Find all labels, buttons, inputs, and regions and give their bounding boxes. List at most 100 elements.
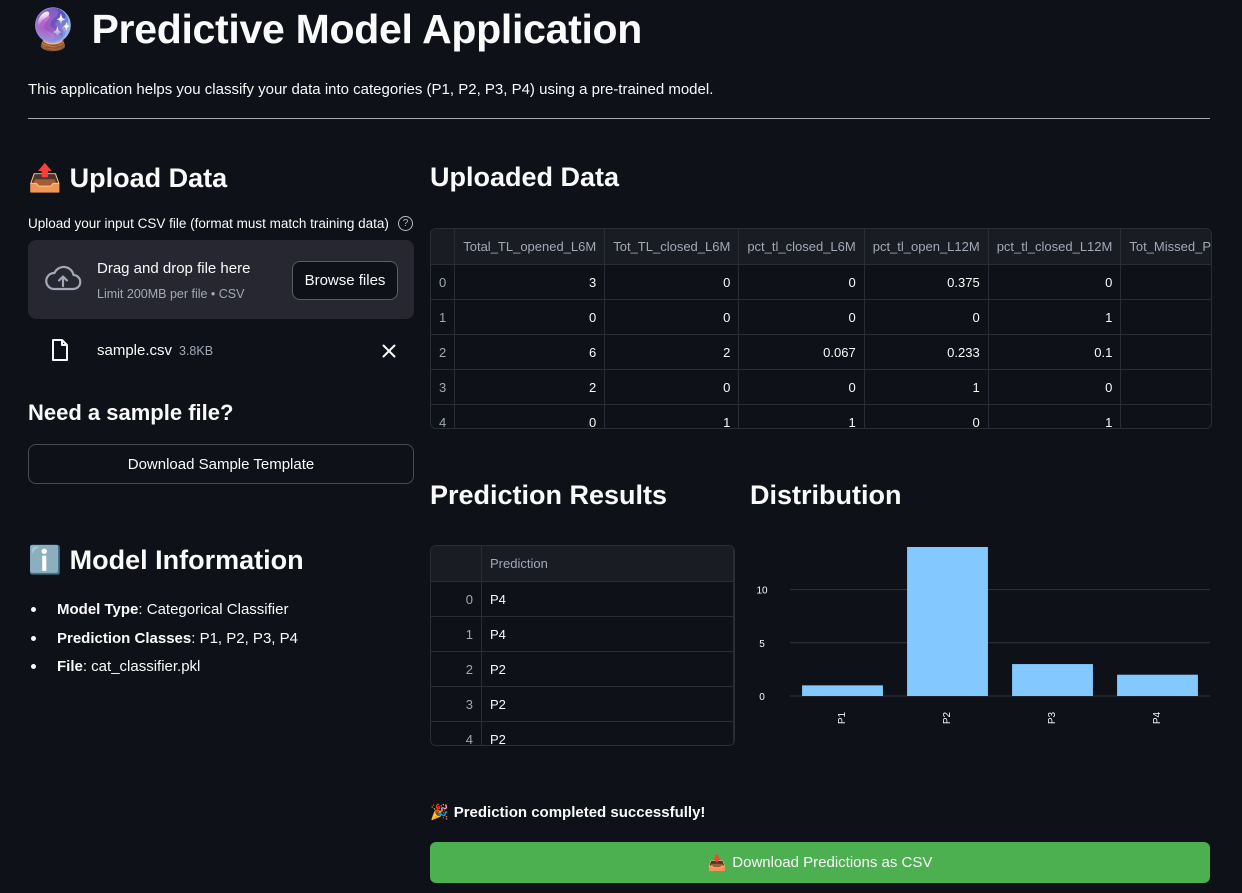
column-header[interactable]: pct_tl_closed_L12M <box>988 229 1122 265</box>
row-index: 1 <box>431 616 482 652</box>
inbox-icon: 📥 <box>707 854 727 872</box>
bar[interactable] <box>907 547 988 696</box>
upload-title-text: Upload Data <box>69 162 228 193</box>
table-row: 3 P2 <box>431 686 734 722</box>
table-cell[interactable]: 0 <box>738 299 865 335</box>
row-index: 3 <box>431 686 482 722</box>
table-row: 1 P4 <box>431 616 734 652</box>
table-cell[interactable]: P2 <box>481 686 734 722</box>
table-row: 1 0 0 0 0 1 <box>431 299 1211 335</box>
table-cell[interactable] <box>1120 264 1211 300</box>
column-header[interactable]: Prediction <box>481 546 734 582</box>
x-tick-label: P2 <box>942 711 953 724</box>
y-tick-label: 5 <box>759 639 765 650</box>
dropzone-instructions: Drag and drop file here <box>97 260 251 277</box>
table-row: 3 2 0 0 1 0 <box>431 369 1211 405</box>
table-cell[interactable]: 1 <box>864 369 989 405</box>
table-cell[interactable]: 6 <box>454 334 606 370</box>
table-cell[interactable]: 3 <box>454 264 606 300</box>
outbox-icon: 📤 <box>28 163 62 193</box>
table-cell[interactable]: 0 <box>454 404 606 428</box>
model-type-value: : Categorical Classifier <box>138 601 289 618</box>
table-cell[interactable]: 1 <box>988 299 1122 335</box>
list-item: Model Type: Categorical Classifier <box>28 600 298 629</box>
table-cell[interactable]: P2 <box>481 651 734 687</box>
file-dropzone[interactable]: Drag and drop file here Limit 200MB per … <box>28 240 414 319</box>
table-cell[interactable]: 0.067 <box>738 334 865 370</box>
help-icon[interactable]: ? <box>398 216 413 231</box>
table-cell[interactable] <box>1120 334 1211 370</box>
page-title: 🔮 Predictive Model Application <box>28 6 642 53</box>
x-tick-label: P3 <box>1047 711 1058 724</box>
party-popper-icon: 🎉 <box>430 804 449 821</box>
column-header[interactable]: pct_tl_closed_L6M <box>738 229 865 265</box>
download-predictions-button[interactable]: 📥 Download Predictions as CSV <box>430 842 1210 883</box>
model-info-title: ℹ️ Model Information <box>28 544 304 576</box>
prediction-classes-value: : P1, P2, P3, P4 <box>191 629 298 647</box>
table-header-row: Prediction <box>431 546 734 582</box>
download-sample-button[interactable]: Download Sample Template <box>28 444 414 484</box>
table-cell[interactable]: 0 <box>738 264 865 300</box>
table-cell[interactable]: 0 <box>604 299 740 335</box>
table-cell[interactable] <box>1120 299 1211 335</box>
uploaded-file-item: sample.csv 3.8KB <box>28 330 414 370</box>
row-index: 3 <box>431 369 456 405</box>
distribution-chart[interactable]: 0 5 10 P1 P2 P3 P4 <box>748 540 1212 740</box>
table-cell[interactable]: P4 <box>481 581 734 617</box>
table-cell[interactable]: 0 <box>988 264 1122 300</box>
prediction-results-table[interactable]: Prediction 0 P4 1 P4 2 P2 3 P2 4 P2 <box>430 545 735 746</box>
table-cell[interactable]: 0.375 <box>864 264 989 300</box>
table-cell[interactable]: P4 <box>481 616 734 652</box>
remove-file-icon[interactable] <box>382 344 396 358</box>
row-index: 4 <box>431 721 482 745</box>
table-cell[interactable]: 1 <box>604 404 740 428</box>
y-tick-label: 10 <box>756 586 768 597</box>
bar[interactable] <box>1117 674 1198 696</box>
file-key: File <box>57 658 83 675</box>
success-message: 🎉 Prediction completed successfully! <box>430 803 705 822</box>
dropzone-limit: Limit 200MB per file • CSV <box>97 287 245 301</box>
table-cell[interactable]: 0 <box>864 404 989 428</box>
browse-files-button[interactable]: Browse files <box>292 261 398 300</box>
bar[interactable] <box>802 685 883 696</box>
table-cell[interactable]: 0 <box>864 299 989 335</box>
table-cell[interactable]: 0 <box>604 264 740 300</box>
table-cell[interactable] <box>1120 369 1211 405</box>
table-cell[interactable] <box>1120 404 1211 428</box>
sample-section-title: Need a sample file? <box>28 400 234 425</box>
table-cell[interactable]: 0 <box>604 369 740 405</box>
list-item: File: cat_classifier.pkl <box>28 657 298 686</box>
table-cell[interactable]: 0.233 <box>864 334 989 370</box>
table-row: 0 P4 <box>431 581 734 617</box>
table-cell[interactable]: 0.1 <box>988 334 1122 370</box>
row-index: 0 <box>431 264 456 300</box>
upload-section-title: 📤 Upload Data <box>28 162 227 194</box>
row-index: 0 <box>431 581 482 617</box>
list-item: Prediction Classes: P1, P2, P3, P4 <box>28 629 298 658</box>
crystal-ball-icon: 🔮 <box>28 8 78 52</box>
column-header[interactable]: pct_tl_open_L12M <box>864 229 989 265</box>
uploaded-data-table[interactable]: Total_TL_opened_L6M Tot_TL_closed_L6M pc… <box>430 228 1212 429</box>
table-cell[interactable]: 1 <box>738 404 865 428</box>
row-index: 1 <box>431 299 456 335</box>
info-icon: ℹ️ <box>28 545 62 575</box>
page-subtitle: This application helps you classify your… <box>28 81 714 98</box>
column-header[interactable]: Tot_Missed_Pmnt <box>1120 229 1211 265</box>
table-cell[interactable]: 0 <box>454 299 606 335</box>
divider <box>28 118 1210 119</box>
row-index: 4 <box>431 404 456 428</box>
file-value: : cat_classifier.pkl <box>82 658 201 675</box>
table-cell[interactable]: P2 <box>481 721 734 745</box>
table-cell[interactable]: 1 <box>988 404 1122 428</box>
bar[interactable] <box>1012 664 1093 696</box>
table-cell[interactable]: 2 <box>454 369 606 405</box>
column-header[interactable]: Total_TL_opened_L6M <box>454 229 606 265</box>
table-cell[interactable]: 0 <box>988 369 1122 405</box>
x-tick-label: P4 <box>1152 711 1163 724</box>
table-cell[interactable]: 0 <box>738 369 865 405</box>
file-uploader-label: Upload your input CSV file (format must … <box>28 216 389 231</box>
row-index: 2 <box>431 334 456 370</box>
table-cell[interactable]: 2 <box>604 334 740 370</box>
column-header[interactable]: Tot_TL_closed_L6M <box>604 229 740 265</box>
index-header <box>431 229 456 265</box>
